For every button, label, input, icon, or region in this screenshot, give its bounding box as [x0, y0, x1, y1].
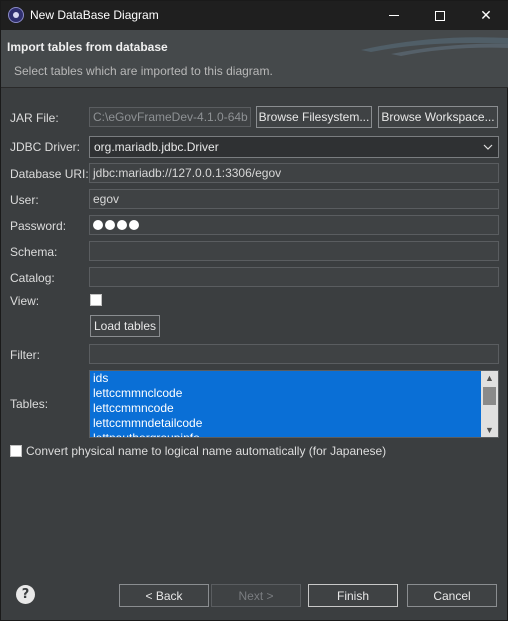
dialog-window: New DataBase Diagram ✕ Import tables fro… [0, 0, 508, 621]
password-label: Password: [10, 219, 67, 233]
schema-label: Schema: [10, 245, 58, 259]
catalog-field[interactable] [89, 267, 499, 287]
list-item[interactable]: lettccmmndetailcode [90, 416, 498, 431]
convert-checkbox[interactable] [10, 445, 22, 457]
scroll-up-icon[interactable]: ▲ [481, 371, 498, 385]
next-button-label: Next > [238, 588, 274, 603]
maximize-icon [435, 10, 445, 21]
close-button[interactable]: ✕ [463, 1, 508, 30]
convert-label: Convert physical name to logical name au… [26, 444, 387, 458]
view-label: View: [10, 294, 40, 308]
catalog-label: Catalog: [10, 271, 55, 285]
tables-list[interactable]: ids lettccmmnclcode lettccmmncode lettcc… [89, 370, 499, 438]
list-item[interactable]: lettccmmnclcode [90, 386, 498, 401]
jar-file-label: JAR File: [10, 111, 59, 125]
password-dot [105, 220, 115, 230]
cancel-button-label: Cancel [433, 588, 471, 603]
jdbc-driver-value: org.mariadb.jdbc.Driver [94, 140, 219, 154]
filter-field[interactable] [89, 344, 499, 364]
browse-workspace-button[interactable]: Browse Workspace... [378, 106, 498, 128]
database-uri-field[interactable]: jdbc:mariadb://127.0.0.1:3306/egov [89, 163, 499, 183]
eclipse-app-icon [8, 7, 24, 23]
title-bar: New DataBase Diagram ✕ [1, 1, 508, 30]
jar-file-field[interactable]: C:\eGovFrameDev-4.1.0-64b [89, 107, 251, 127]
user-label: User: [10, 193, 39, 207]
browse-filesystem-button[interactable]: Browse Filesystem... [256, 106, 372, 128]
minimize-icon [389, 15, 399, 16]
window-title: New DataBase Diagram [30, 8, 159, 22]
password-mask [93, 218, 495, 230]
scroll-thumb[interactable] [483, 387, 496, 405]
chevron-down-icon [478, 137, 498, 157]
list-item[interactable]: ids [90, 371, 498, 386]
banner-title: Import tables from database [7, 40, 168, 54]
database-uri-label: Database URI: [10, 167, 89, 181]
password-field[interactable] [89, 215, 499, 235]
back-button[interactable]: < Back [119, 584, 209, 607]
minimize-button[interactable] [371, 1, 417, 30]
view-checkbox[interactable] [90, 294, 102, 306]
cancel-button[interactable]: Cancel [407, 584, 497, 607]
jdbc-driver-label: JDBC Driver: [10, 140, 81, 154]
tables-label: Tables: [10, 397, 49, 411]
user-field[interactable]: egov [89, 189, 499, 209]
password-dot [129, 220, 139, 230]
password-dot [93, 220, 103, 230]
wizard-banner: Import tables from database Select table… [1, 30, 508, 88]
list-item[interactable]: lettnauthorgroupinfo [90, 431, 498, 437]
filter-label: Filter: [10, 348, 40, 362]
close-icon: ✕ [480, 7, 492, 23]
finish-button-label: Finish [336, 588, 369, 603]
schema-field[interactable] [89, 241, 499, 261]
back-button-label: < Back [145, 588, 183, 603]
jdbc-driver-select[interactable]: org.mariadb.jdbc.Driver [89, 136, 499, 158]
maximize-button[interactable] [417, 1, 463, 30]
help-icon[interactable]: ? [16, 585, 35, 604]
scroll-down-icon[interactable]: ▼ [481, 423, 498, 437]
load-tables-button[interactable]: Load tables [90, 315, 160, 337]
banner-description: Select tables which are imported to this… [14, 64, 273, 78]
finish-button[interactable]: Finish [308, 584, 398, 607]
password-dot [117, 220, 127, 230]
tables-scrollbar[interactable]: ▲ ▼ [481, 371, 498, 437]
list-item[interactable]: lettccmmncode [90, 401, 498, 416]
next-button[interactable]: Next > [211, 584, 301, 607]
banner-decoration [361, 37, 508, 56]
